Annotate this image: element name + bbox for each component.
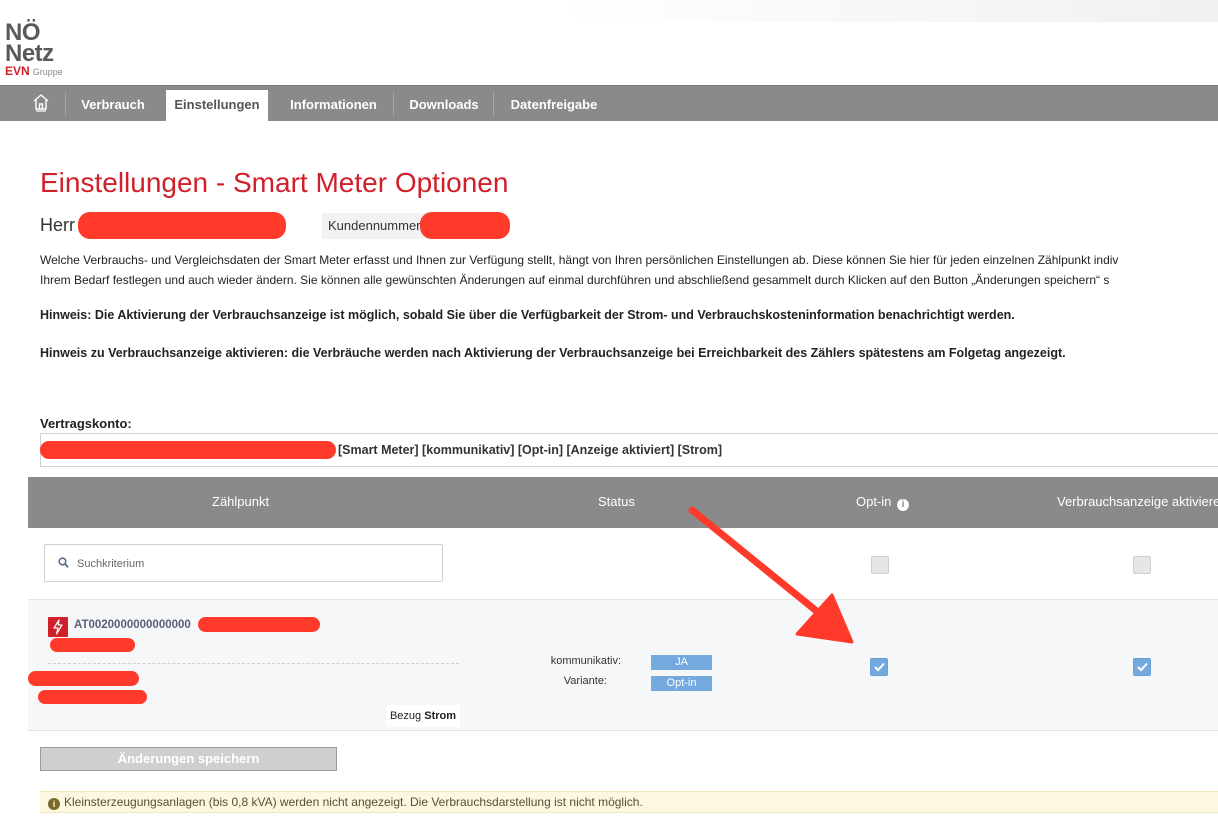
logo-line3: EVN Gruppe — [5, 65, 75, 78]
bezug-label: Bezug — [389, 710, 422, 722]
redaction-detail — [28, 671, 139, 686]
search-input[interactable] — [75, 553, 429, 575]
search-icon — [58, 557, 69, 568]
page-title: Einstellungen - Smart Meter Optionen — [40, 167, 509, 198]
status-variante-label: Variante: — [563, 675, 607, 687]
hint-display: Hinweis zu Verbrauchsanzeige aktivieren:… — [40, 346, 1066, 360]
nav-separator — [65, 92, 66, 116]
main-navigation: Verbrauch Einstellungen Informationen Do… — [0, 85, 1218, 121]
checkmark-icon — [874, 662, 885, 672]
nav-downloads[interactable]: Downloads — [401, 86, 487, 121]
redaction-customer-number — [420, 212, 510, 239]
salutation: Herr — [40, 215, 75, 235]
search-box[interactable] — [44, 544, 443, 582]
contract-account-label: Vertragskonto: — [40, 416, 132, 431]
status-kommunikativ-label: kommunikativ: — [550, 655, 621, 667]
customer-number-label: Kundennummer — [322, 213, 427, 239]
description-line2: Ihrem Bedarf festlegen und auch wieder ä… — [40, 273, 1110, 287]
status-kommunikativ-badge: JA — [651, 655, 712, 670]
header-status: Status — [598, 494, 635, 509]
select-all-optin-checkbox[interactable] — [871, 556, 889, 574]
header-optin: Opt-in i — [856, 494, 910, 511]
info-icon[interactable]: i — [897, 499, 910, 511]
bezug-value: Strom — [424, 710, 457, 722]
nav-datenfreigabe[interactable]: Datenfreigabe — [501, 86, 607, 121]
top-gradient — [560, 0, 1218, 22]
bezug-tag: Bezug Strom — [386, 705, 460, 727]
nav-separator — [393, 92, 394, 116]
header-zaehlpunkt: Zählpunkt — [212, 494, 270, 509]
select-all-verbrauchsanzeige-checkbox[interactable] — [1133, 556, 1151, 574]
save-changes-button[interactable]: Änderungen speichern — [40, 747, 337, 771]
status-variante-badge: Opt-in — [651, 676, 712, 691]
redaction-contract — [40, 441, 336, 459]
logo-group: Gruppe — [32, 67, 63, 77]
logo-line2: Netz — [5, 40, 54, 67]
hint-activation: Hinweis: Die Aktivierung der Verbrauchsa… — [40, 308, 1015, 322]
info-notice: i Kleinsterzeugungsanlagen (bis 0,8 kVA) … — [40, 791, 1218, 813]
info-icon: i — [48, 798, 60, 810]
noe-netz-logo[interactable]: NÖ Netz EVN Gruppe — [5, 21, 75, 78]
nav-verbrauch[interactable]: Verbrauch — [72, 86, 154, 121]
redaction-zaehlpunkt — [198, 617, 320, 632]
nav-separator — [493, 92, 494, 116]
logo-brand: EVN — [5, 64, 30, 78]
header-optin-label: Opt-in — [856, 494, 892, 509]
description-line1: Welche Verbrauchs- und Vergleichsdaten d… — [40, 253, 1119, 267]
notice-text: Kleinsterzeugungsanlagen (bis 0,8 kVA) w… — [64, 795, 643, 809]
electricity-icon — [48, 617, 68, 637]
nav-einstellungen[interactable]: Einstellungen — [166, 90, 268, 121]
redaction-detail-2 — [38, 690, 147, 704]
redaction-name — [78, 212, 286, 239]
redaction-address — [50, 638, 135, 652]
header-verbrauchsanzeige: Verbrauchsanzeige aktiviere — [1057, 494, 1218, 509]
verbrauchsanzeige-checkbox[interactable] — [1133, 658, 1151, 676]
nav-home[interactable] — [30, 86, 52, 121]
table-header: Zählpunkt Status Opt-in i Verbrauchsanze… — [28, 477, 1218, 528]
description: Welche Verbrauchs- und Vergleichsdaten d… — [40, 250, 1218, 290]
contract-account-value: [Smart Meter] [kommunikativ] [Opt-in] [A… — [338, 443, 723, 457]
zaehlpunkt-id: AT0020000000000000 — [74, 619, 191, 631]
home-icon — [33, 94, 49, 112]
nav-informationen[interactable]: Informationen — [281, 86, 386, 121]
optin-checkbox[interactable] — [870, 658, 888, 676]
row-dashed-divider — [48, 663, 459, 664]
checkmark-icon — [1137, 662, 1148, 672]
row-divider — [28, 730, 1218, 731]
